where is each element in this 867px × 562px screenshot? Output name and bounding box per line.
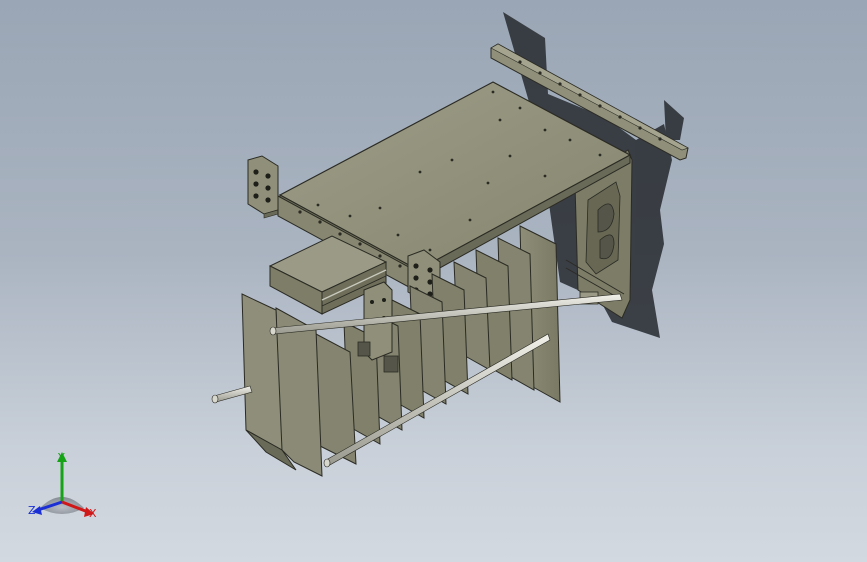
mounting-bracket-left[interactable] [247, 155, 279, 219]
y-axis-label: Y [58, 451, 65, 464]
x-axis-label: X [89, 507, 97, 520]
view-orientation-triad[interactable]: X Y Z [22, 446, 106, 526]
z-axis-label: Z [28, 504, 36, 517]
3d-model-view[interactable] [0, 0, 867, 562]
graphics-viewport[interactable]: X Y Z [0, 0, 867, 562]
